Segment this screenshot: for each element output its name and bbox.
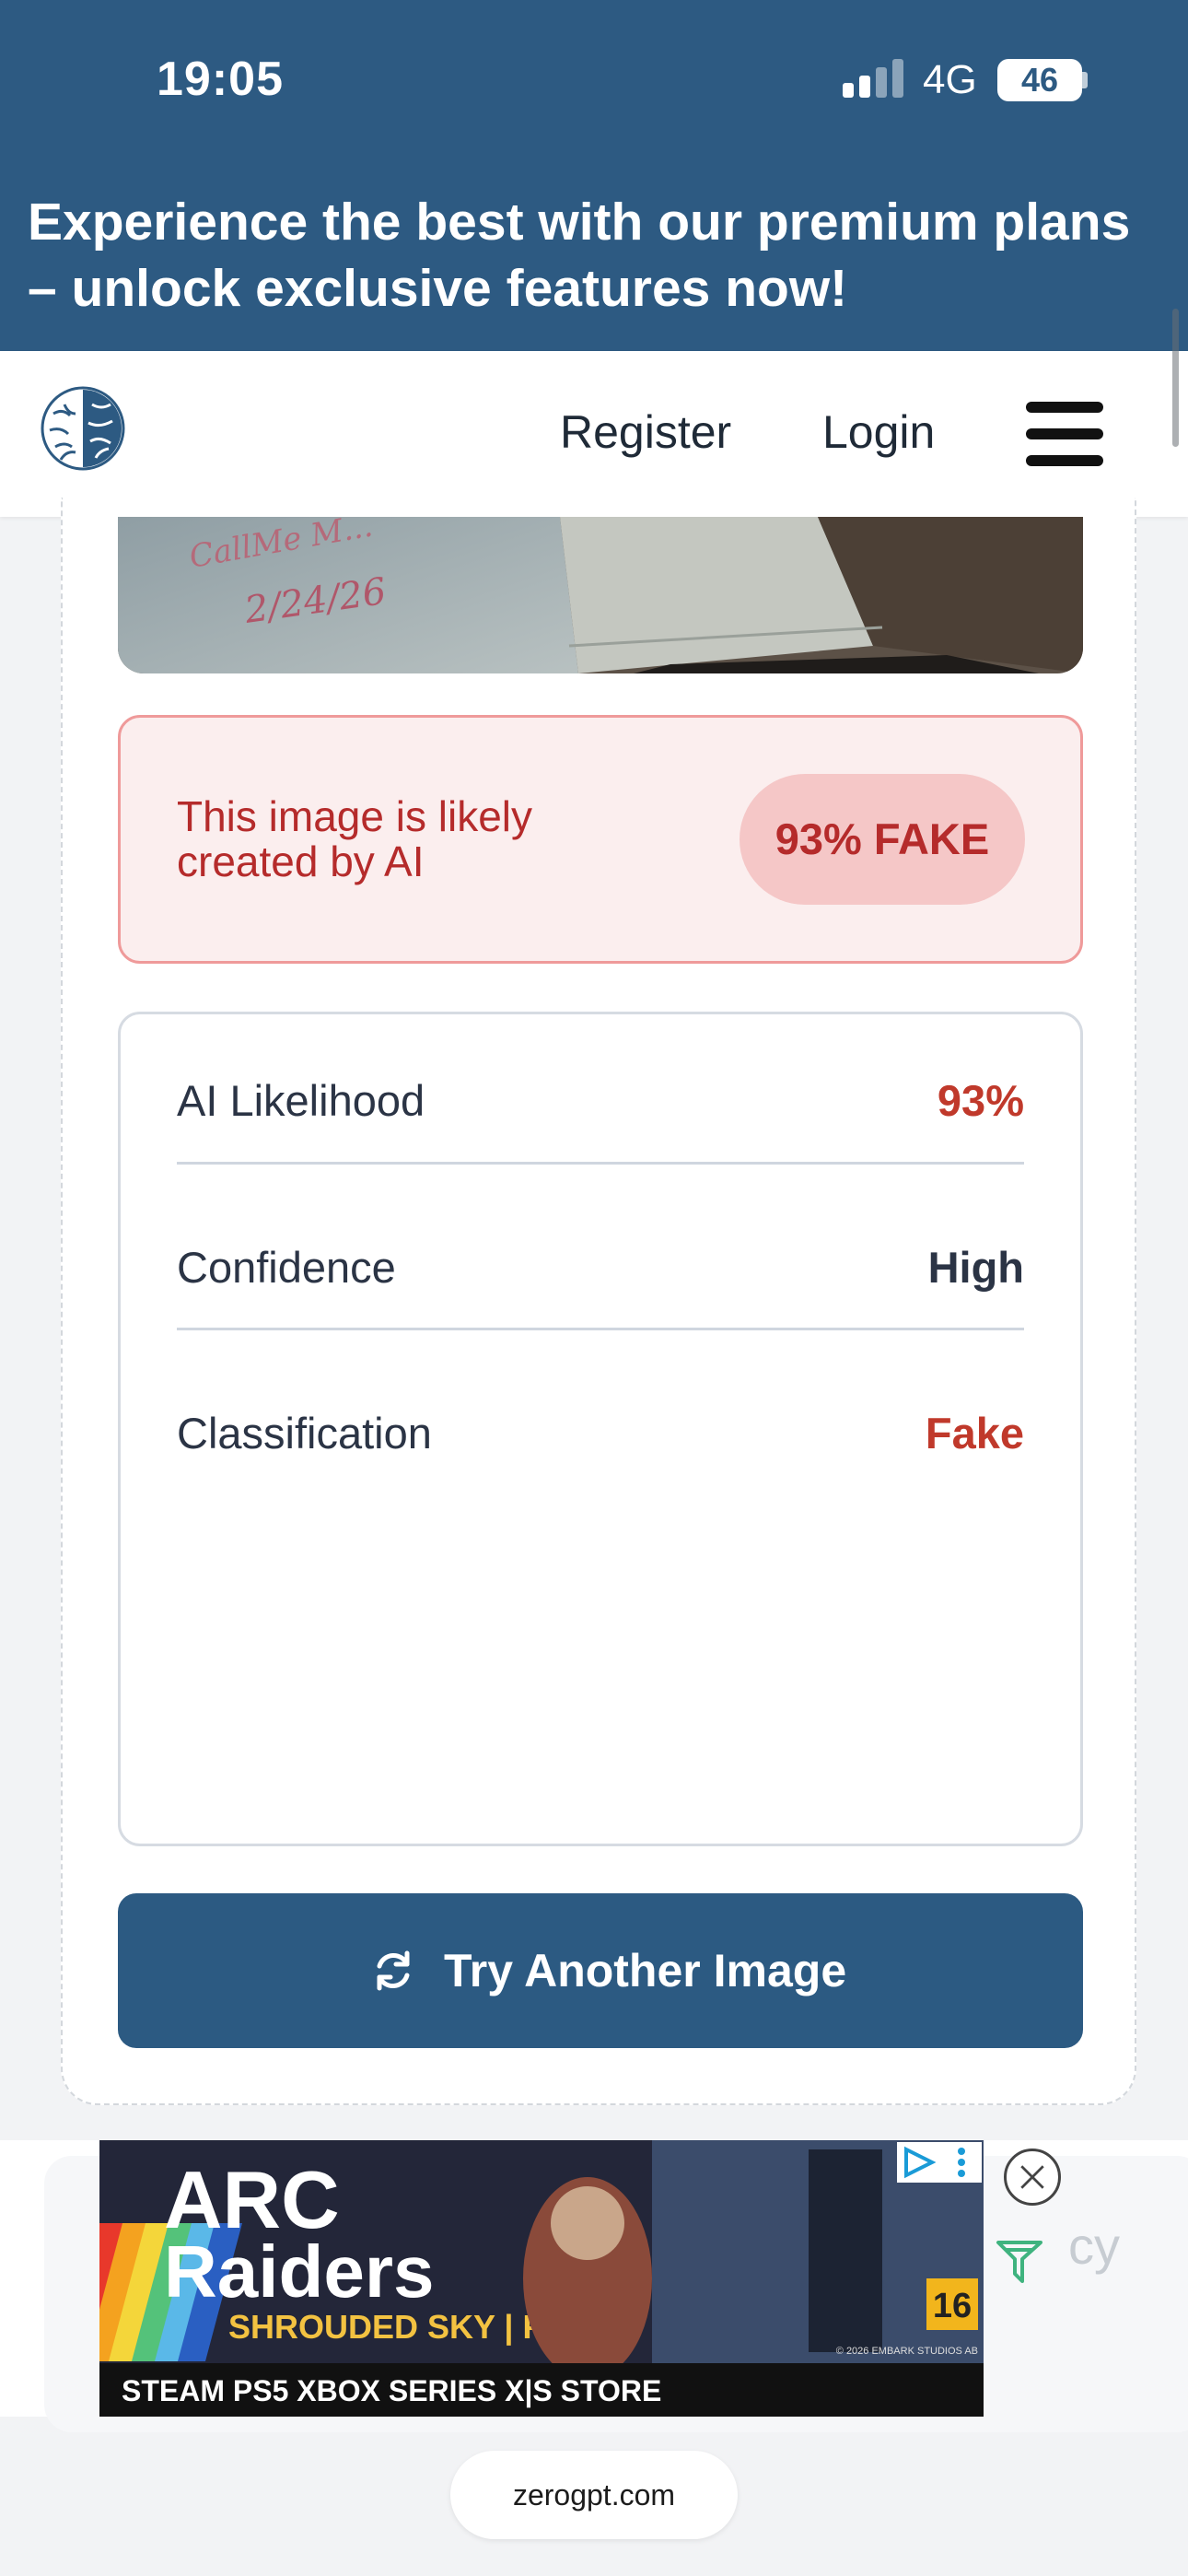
- ad-close-icon[interactable]: [1004, 2149, 1061, 2206]
- age-rating: 16: [933, 2287, 972, 2325]
- uploaded-image-preview: CallMe M... 2/24/26: [118, 517, 1083, 673]
- ai-likelihood-value: 93%: [937, 1076, 1024, 1125]
- confidence-label: Confidence: [177, 1243, 396, 1292]
- alert-message: This image is likely created by AI: [177, 792, 532, 885]
- network-label: 4G: [923, 57, 977, 102]
- promo-banner-text[interactable]: Experience the best with our premium pla…: [28, 189, 1151, 322]
- advertisement-banner[interactable]: ARC Raiders SHROUDED SKY | FEB 24 16 © 2…: [99, 2140, 984, 2417]
- login-link[interactable]: Login: [822, 405, 935, 459]
- ad-title-line2: Raiders: [164, 2231, 434, 2313]
- battery-level: 46: [1020, 61, 1059, 99]
- brain-logo-icon[interactable]: [41, 386, 125, 471]
- fake-score-badge: 93% FAKE: [740, 774, 1025, 905]
- obscured-text: cy: [1068, 2217, 1120, 2275]
- ad-copyright: © 2026 EMBARK STUDIOS AB: [836, 2346, 978, 2357]
- try-another-image-label: Try Another Image: [444, 1945, 847, 1996]
- confidence-value: High: [927, 1243, 1024, 1292]
- classification-label: Classification: [177, 1409, 432, 1458]
- battery-tip: [1082, 72, 1088, 88]
- register-link[interactable]: Register: [560, 405, 731, 459]
- classification-value: Fake: [925, 1409, 1024, 1458]
- ai-likelihood-label: AI Likelihood: [177, 1076, 425, 1125]
- hamburger-menu-icon[interactable]: [1026, 402, 1103, 466]
- ad-platforms: STEAM PS5 XBOX SERIES X|S STORE: [122, 2374, 661, 2407]
- scrollbar[interactable]: [1172, 309, 1179, 447]
- divider: [177, 1328, 1024, 1330]
- ad-feedback-icon[interactable]: [995, 2237, 1044, 2287]
- divider: [177, 1162, 1024, 1165]
- browser-url-bar[interactable]: zerogpt.com: [450, 2451, 738, 2539]
- status-time: 19:05: [157, 53, 284, 106]
- refresh-icon: [377, 1950, 410, 1991]
- signal-icon: [843, 59, 903, 98]
